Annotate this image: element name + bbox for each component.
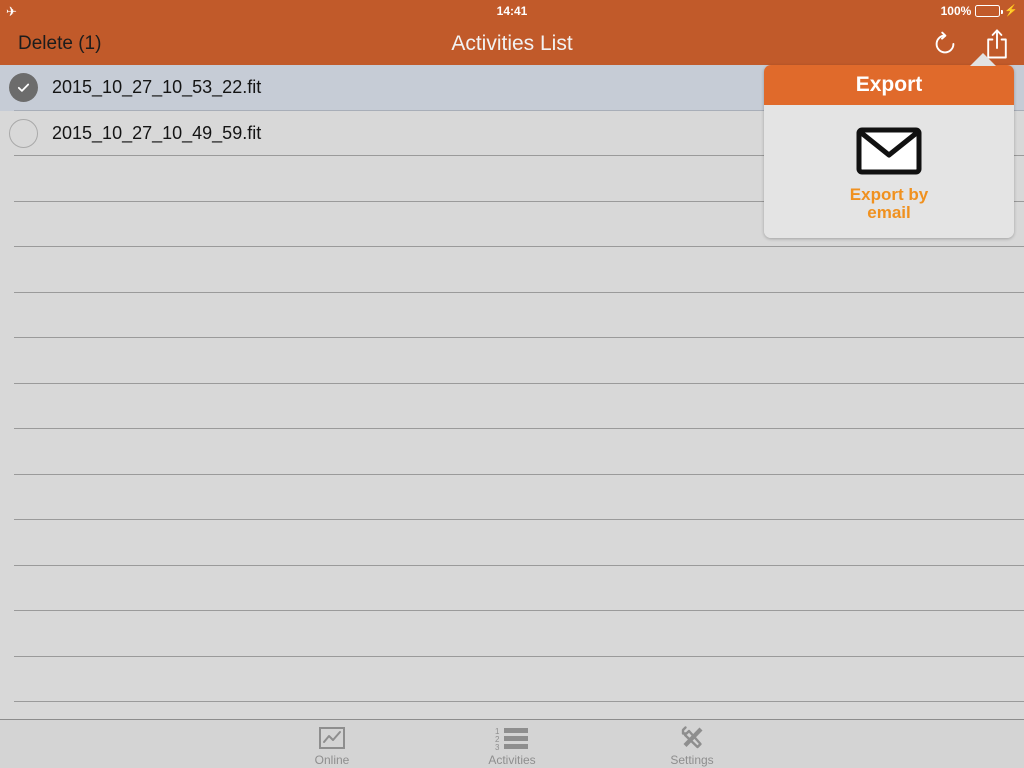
tab-settings-label: Settings (670, 753, 714, 767)
table-row-empty (0, 429, 1024, 475)
table-row-empty (0, 384, 1024, 429)
export-by-email-label: Export by email (843, 186, 935, 222)
popover-body: Export by email (764, 105, 1014, 238)
navigation-bar: Delete (1) Activities List (0, 22, 1024, 65)
line-chart-icon (318, 724, 346, 752)
export-by-email-button[interactable]: Export by email (829, 127, 949, 222)
table-row-empty (0, 338, 1024, 384)
popover-title: Export (764, 65, 1014, 105)
status-bar-right: 100% ⚡ (941, 0, 1018, 22)
tab-online[interactable]: Online (277, 720, 387, 767)
table-row-empty (0, 293, 1024, 338)
tab-activities-label: Activities (488, 753, 536, 767)
tools-icon (678, 724, 706, 752)
page-title: Activities List (451, 31, 573, 55)
numbered-list-icon: 1 2 3 (495, 724, 529, 752)
refresh-button[interactable] (930, 27, 960, 60)
table-row-empty (0, 520, 1024, 566)
app-root: ✈ 14:41 100% ⚡ Delete (1) Activities Lis… (0, 0, 1024, 768)
table-row-empty (0, 611, 1024, 657)
battery-percent-label: 100% (940, 4, 972, 18)
table-row-empty (0, 566, 1024, 611)
list-digit-3: 3 (495, 743, 500, 750)
activity-filename: 2015_10_27_10_53_22.fit (52, 77, 262, 98)
export-popover: Export Export by email (764, 53, 1014, 238)
table-row-empty (0, 657, 1024, 702)
checkbox-checked-icon[interactable] (9, 73, 38, 103)
status-bar: ✈ 14:41 100% ⚡ (0, 0, 1024, 22)
tab-settings[interactable]: Settings (637, 720, 747, 767)
popover-arrow (970, 53, 996, 66)
row-separator (14, 701, 1024, 702)
table-row-empty (0, 247, 1024, 293)
export-label-line-2: email (867, 202, 911, 222)
tab-activities[interactable]: 1 2 3 Activities (457, 720, 567, 767)
refresh-icon (935, 31, 955, 53)
table-row-content: 2015_10_27_10_53_22.fit (0, 65, 261, 111)
activity-filename: 2015_10_27_10_49_59.fit (52, 122, 262, 143)
table-row-content: 2015_10_27_10_49_59.fit (0, 111, 261, 157)
export-label-line-1: Export by (849, 185, 929, 204)
status-bar-time: 14:41 (496, 4, 528, 18)
checkmark-icon (17, 83, 30, 93)
tab-bar: Online 1 2 3 Activities Settings (0, 719, 1024, 768)
battery-full-icon (975, 5, 1003, 17)
lightning-bolt-icon: ⚡ (1004, 4, 1018, 17)
checkbox-unchecked-icon[interactable] (9, 118, 38, 148)
envelope-icon (856, 127, 922, 175)
table-row-empty (0, 475, 1024, 520)
tab-online-label: Online (314, 753, 350, 767)
